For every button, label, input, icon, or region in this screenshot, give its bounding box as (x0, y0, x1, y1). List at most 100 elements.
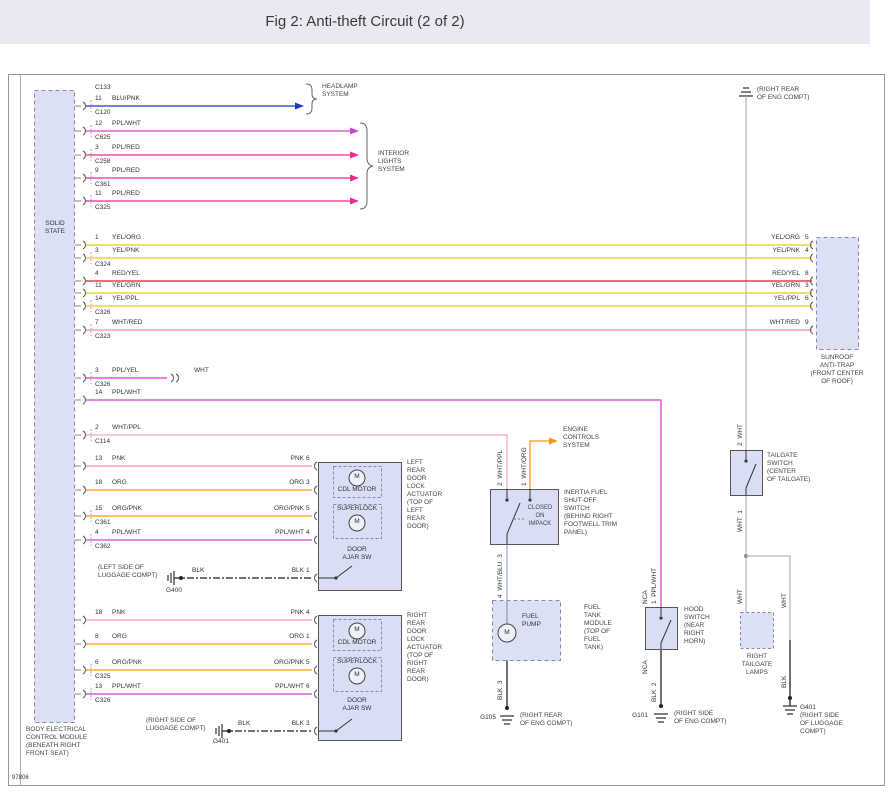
motor-m-label: M (352, 518, 362, 526)
wire-label: 13PNK (95, 455, 125, 463)
wire-label: 4PPL/WHT (95, 529, 141, 537)
wire-color: YEL/ORG (112, 234, 141, 241)
ground-location-caption: (LEFT SIDE OF LUGGAGE COMPT) (98, 564, 158, 580)
wire-color: WHT/RED (756, 319, 800, 327)
motor-m-label: M (352, 473, 362, 481)
connector-label: C325 (95, 204, 111, 212)
wire-color: PPL/RED (112, 144, 140, 151)
wire-label: 11YEL/GRN (95, 282, 141, 290)
connector-label: C625 (95, 134, 111, 142)
wire-pin: 2 (95, 424, 112, 432)
wire-label: 6ORG/PNK (95, 659, 142, 667)
wire-color: YEL/PPL (112, 295, 138, 302)
wire-pin: 12 (95, 120, 112, 128)
ground-location-caption: (RIGHT REAR OF ENG COMPT) (520, 712, 572, 728)
inertia-caption: INERTIA FUEL SHUT-OFF SWITCH (BEHIND RIG… (564, 489, 617, 537)
motor-m-label: M (352, 671, 362, 679)
connector-label: C133 (95, 84, 111, 92)
door-ajar-label: DOOR AJAR SW (329, 697, 385, 713)
wire-color: BLU/PNK (112, 95, 140, 102)
interior-lights-system-label: INTERIOR LIGHTS SYSTEM (378, 150, 409, 174)
wire-pin: 11 (95, 282, 112, 290)
wire-color: PPL/WHT (112, 683, 141, 690)
sunroof-caption: SUNROOF ANTI-TRAP (FRONT CENTER OF ROOF) (808, 354, 866, 386)
nca-label: NCA (642, 590, 650, 604)
wire-pin: 5 (805, 234, 809, 242)
wire-pin: 14 (95, 389, 112, 397)
connector-label: C114 (95, 438, 110, 446)
wire-color: ORG/PNK (256, 505, 304, 513)
wire-pin: 8 (805, 270, 809, 278)
superlock-label: SUPERLOCK (331, 658, 383, 666)
wire-label: 3PPL/YEL (95, 367, 138, 375)
wire-pin: 4 (95, 529, 112, 537)
wire-pin: 6 (95, 659, 112, 667)
tailgate-lamps-box (741, 613, 774, 649)
wire-color: WHT/RED (112, 319, 142, 326)
wire-label: 3PPL/RED (95, 144, 140, 152)
wire-color-vertical: 1 WHT/ORG (521, 447, 529, 486)
wire-label: 18PNK (95, 609, 125, 617)
tailgate-switch (731, 450, 763, 496)
wire-pin: 13 (95, 455, 112, 463)
splice-wire-color: WHT (194, 367, 209, 375)
wire-color: ORG (112, 479, 127, 486)
nca-label: NCA (642, 660, 650, 674)
wire-color: YEL/PPL (756, 295, 800, 303)
ground-name: G401 (206, 738, 236, 746)
wire-color: ORG (256, 479, 304, 487)
bcm-module-box (35, 91, 75, 723)
wire-pin: 11 (95, 190, 112, 198)
wire-label: 2WHT/PPL (95, 424, 141, 432)
wire-label: 11BLU/PNK (95, 95, 140, 103)
motor-m-label: M (352, 626, 362, 634)
wire-label: 1YEL/ORG (95, 234, 141, 242)
module-state-label: SOLID STATE (40, 220, 70, 236)
wire-pin: 18 (95, 609, 112, 617)
wire-label: 18ORG (95, 479, 127, 487)
wire-color-vertical: 4 WHT/BLU 3 (497, 554, 505, 598)
wire-pin: 3 (95, 144, 112, 152)
wire-pin: 18 (95, 479, 112, 487)
connector-label: C323 (95, 333, 111, 341)
wire-pin: 7 (95, 319, 112, 327)
wire-color: PNK (112, 609, 125, 616)
wire-pin: 6 (306, 455, 310, 463)
wire-pin: 4 (95, 270, 112, 278)
wire-color: ORG (256, 633, 304, 641)
wire-pin: 4 (306, 529, 310, 537)
connector-label: C325 (95, 673, 111, 681)
wire-color: ORG/PNK (256, 659, 304, 667)
wire-color: BLK (264, 720, 304, 728)
wire-label: 14PPL/WHT (95, 389, 141, 397)
wire-color: ORG/PNK (112, 505, 142, 512)
wire-pin: 15 (95, 505, 112, 513)
motor-m-label: M (502, 629, 512, 637)
wire-color: RED/YEL (756, 270, 800, 278)
ground-location-caption: (RIGHT REAR OF ENG COMPT) (757, 86, 809, 102)
tailgate-switch-caption: TAILGATE SWITCH (CENTER OF TAILGATE) (767, 452, 810, 484)
wire-pin: 3 (95, 367, 112, 375)
connector-label: C326 (95, 381, 111, 389)
wire-color: RED/YEL (112, 270, 140, 277)
wire-label: 8ORG (95, 633, 127, 641)
wire-color-vertical: WHT (781, 593, 789, 608)
wire-label: 4RED/YEL (95, 270, 140, 278)
ground-name: G101 (622, 712, 648, 720)
wire-label: 3YEL/PNK (95, 247, 139, 255)
cdl-motor-label: CDL MOTOR (331, 486, 383, 494)
wire-color: PPL/WHT (112, 120, 141, 127)
inertia-note: CLOSED ON IMPACK (524, 504, 556, 528)
ground-name: G105 (472, 714, 496, 722)
wire-pin: 9 (805, 319, 809, 327)
wire-pin: 1 (95, 234, 112, 242)
wire-pin: 3 (95, 247, 112, 255)
module-caption: BODY ELECTRICAL CONTROL MODULE (BENEATH … (26, 726, 116, 758)
wire-color: PPL/YEL (112, 367, 138, 374)
wire-label: 14YEL/PPL (95, 295, 138, 303)
wire-color-vertical: WHT (737, 589, 745, 604)
wire-color-vertical: 2 WHT (737, 424, 745, 446)
wire-pin: 5 (306, 505, 310, 513)
cdl-motor-label: CDL MOTOR (331, 639, 383, 647)
ground-name: G400 (160, 587, 188, 595)
